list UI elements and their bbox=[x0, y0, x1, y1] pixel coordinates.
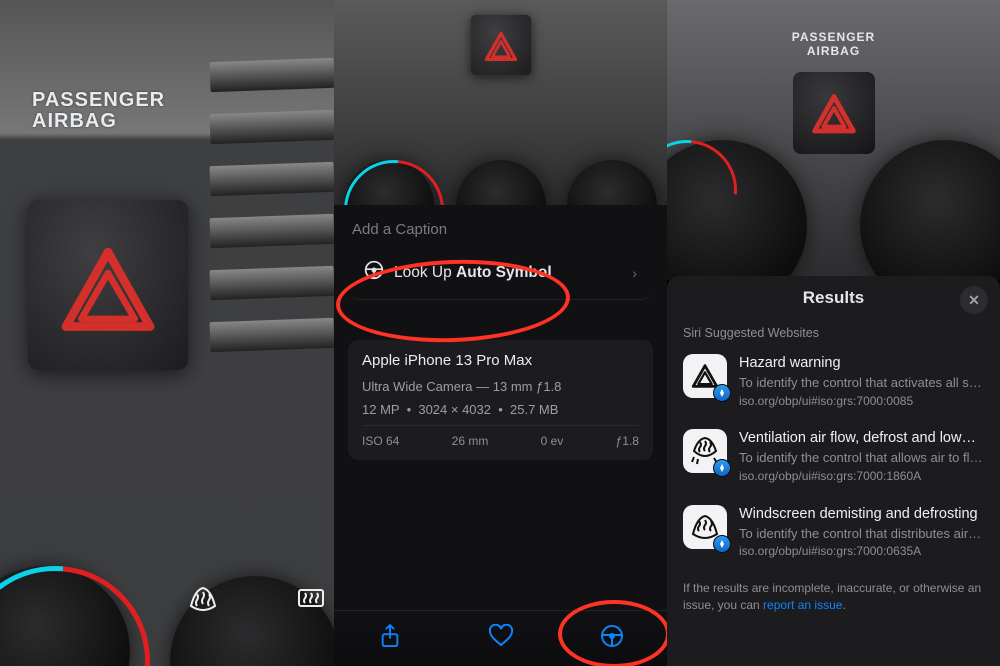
result-item-windscreen[interactable]: Windscreen demisting and defrosting To i… bbox=[667, 495, 1000, 570]
results-panel: PASSENGER AIRBAG Results ✕ Siri Suggeste… bbox=[667, 0, 1000, 666]
caption-field[interactable]: Add a Caption bbox=[348, 205, 653, 246]
favorite-icon[interactable] bbox=[465, 624, 537, 654]
safari-badge-icon bbox=[713, 459, 731, 477]
steering-wheel-icon bbox=[364, 260, 384, 285]
safari-badge-icon bbox=[713, 535, 731, 553]
ventilation-icon bbox=[683, 429, 727, 473]
photo-toolbar bbox=[334, 610, 667, 666]
share-icon[interactable] bbox=[354, 623, 426, 655]
result-item-ventilation[interactable]: Ventilation air flow, defrost and lower … bbox=[667, 419, 1000, 494]
visual-lookup-results-sheet: Results ✕ Siri Suggested Websites Hazard… bbox=[667, 276, 1000, 666]
climate-dial bbox=[860, 140, 1000, 280]
climate-dial-right bbox=[170, 576, 334, 666]
safari-badge-icon bbox=[713, 384, 731, 402]
passenger-airbag-label-small: PASSENGER AIRBAG bbox=[792, 30, 875, 58]
defrost-rear-icon bbox=[296, 586, 326, 616]
photo-panel-closeup: PASSENGER AIRBAG bbox=[0, 0, 334, 666]
hazard-warning-button-small bbox=[793, 72, 875, 154]
results-footer-note: If the results are incomplete, inaccurat… bbox=[667, 570, 1000, 625]
photo-info-panel: Add a Caption Look Up Auto Symbol › Appl… bbox=[334, 0, 667, 666]
camera-metadata-card: Apple iPhone 13 Pro Max Ultra Wide Camer… bbox=[348, 340, 653, 460]
photo-preview-small: PASSENGER AIRBAG bbox=[667, 0, 1000, 280]
result-item-hazard[interactable]: Hazard warning To identify the control t… bbox=[667, 344, 1000, 419]
climate-dial bbox=[667, 140, 807, 280]
report-issue-link[interactable]: report an issue bbox=[763, 598, 842, 612]
hazard-warning-button bbox=[28, 200, 188, 370]
close-button[interactable]: ✕ bbox=[960, 286, 988, 314]
results-title: Results bbox=[803, 288, 864, 308]
close-icon: ✕ bbox=[968, 292, 980, 309]
chevron-right-icon: › bbox=[632, 265, 637, 281]
siri-suggested-header: Siri Suggested Websites bbox=[667, 314, 1000, 344]
photo-info-sheet: Add a Caption Look Up Auto Symbol › Appl… bbox=[334, 205, 667, 666]
lookup-auto-symbol-row[interactable]: Look Up Auto Symbol › bbox=[348, 246, 653, 300]
hazard-triangle-icon bbox=[683, 354, 727, 398]
windscreen-defrost-icon bbox=[683, 505, 727, 549]
photo-preview bbox=[334, 0, 667, 210]
hazard-triangle-icon bbox=[60, 246, 156, 332]
lookup-label: Look Up Auto Symbol bbox=[394, 264, 552, 282]
defrost-icon bbox=[188, 586, 218, 618]
air-vent bbox=[210, 60, 334, 466]
visual-lookup-icon[interactable] bbox=[576, 624, 648, 654]
passenger-airbag-label: PASSENGER AIRBAG bbox=[32, 90, 165, 132]
